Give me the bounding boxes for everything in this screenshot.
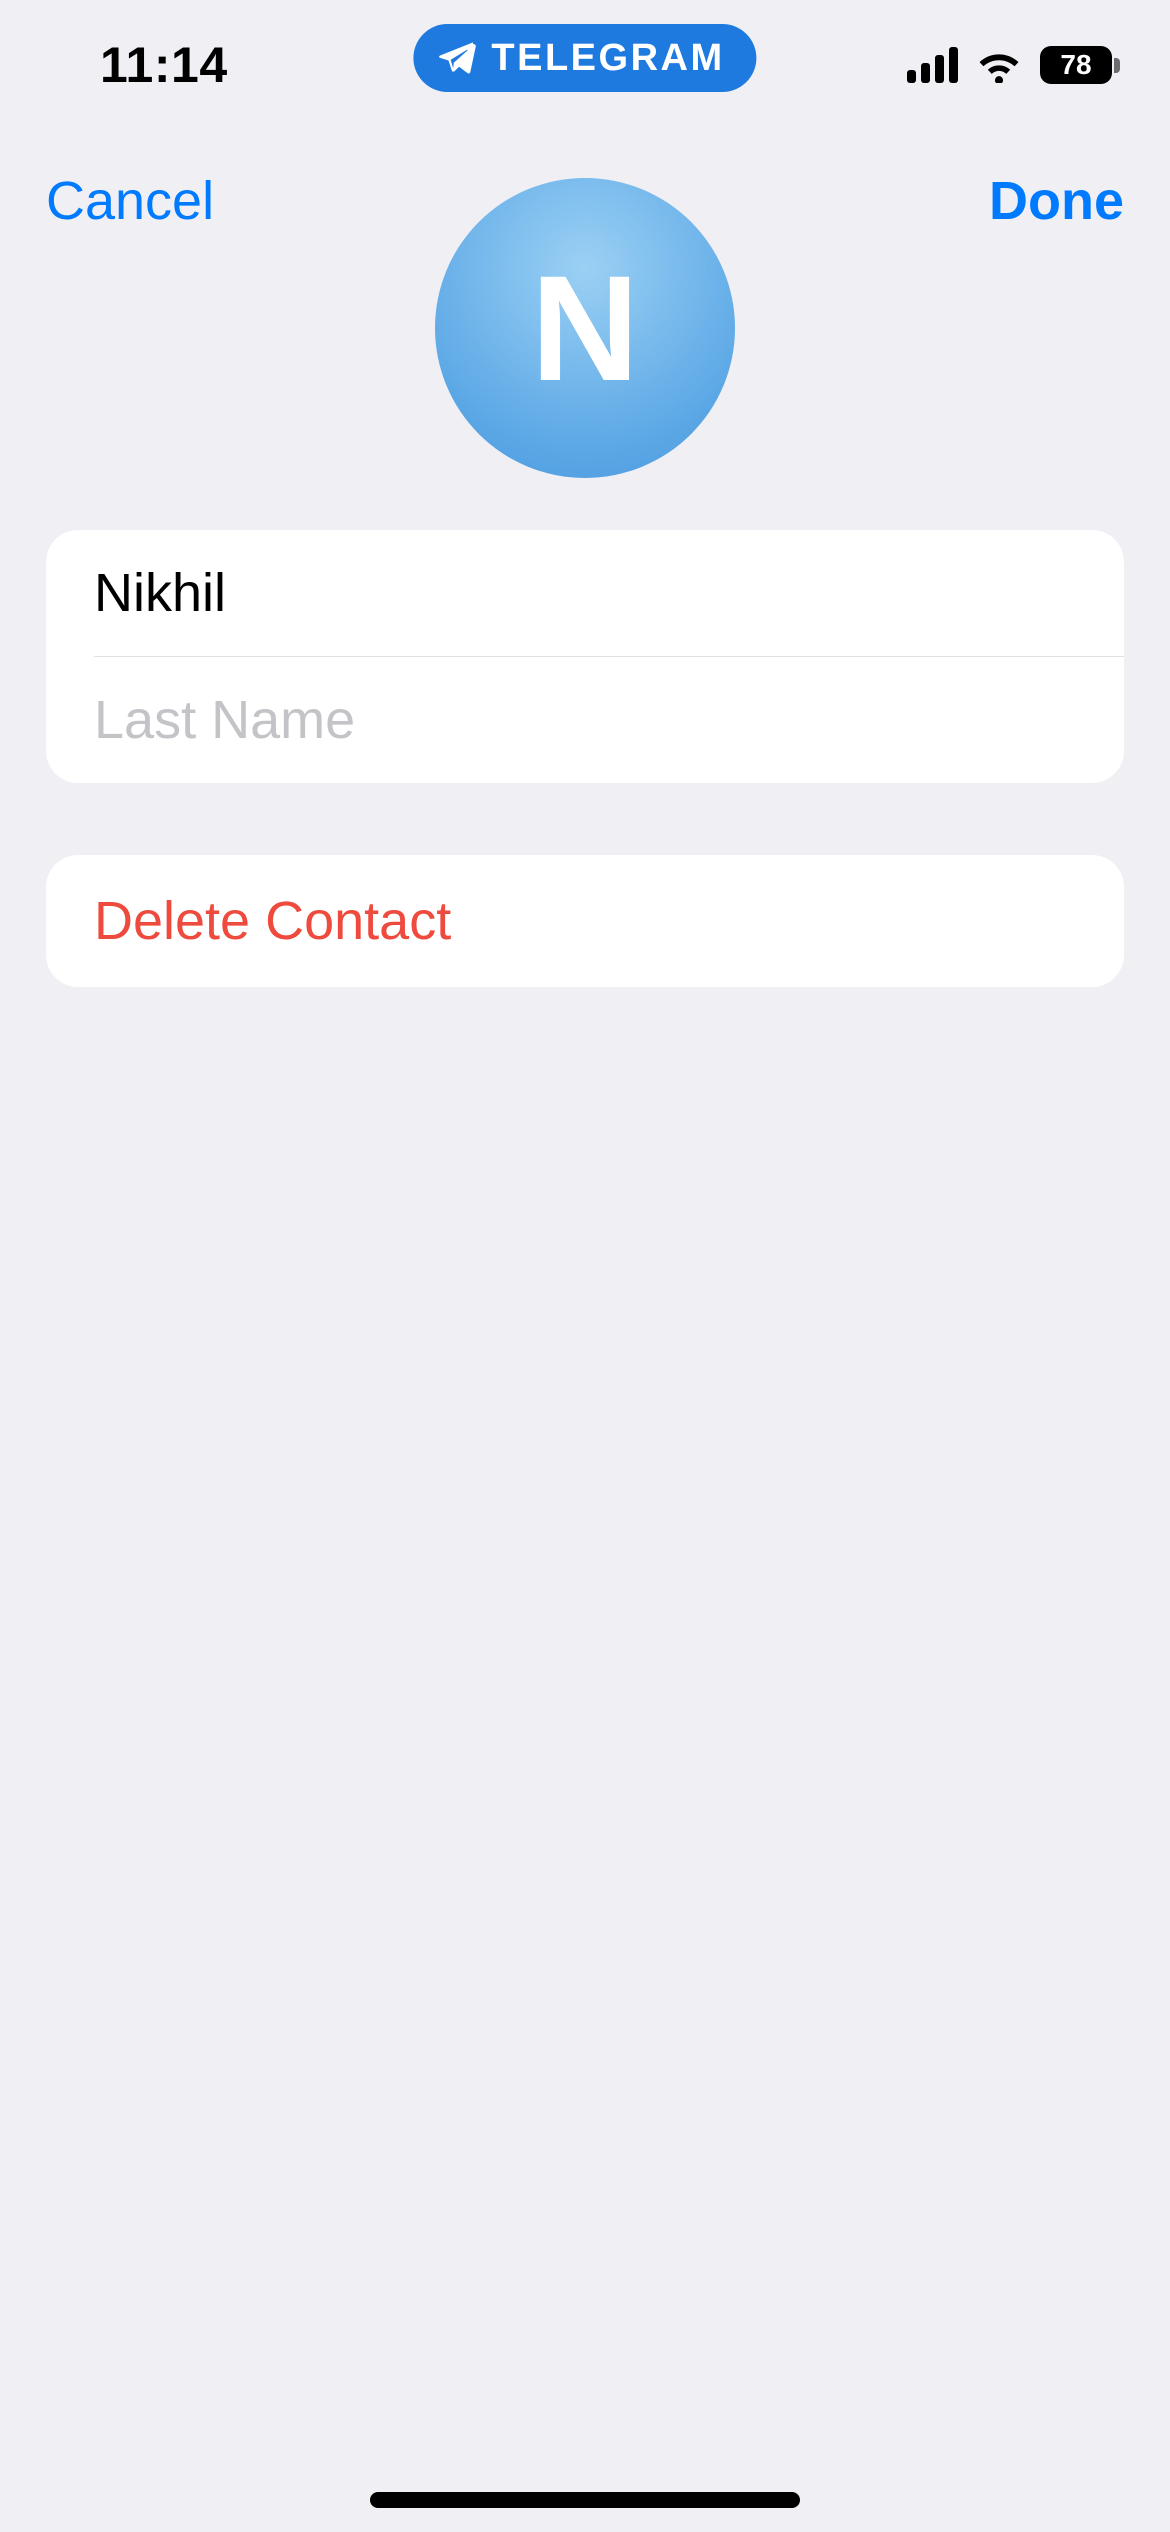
return-to-app-label: TELEGRAM [491,37,724,80]
first-name-field[interactable] [94,562,1076,624]
content: Delete Contact [46,530,1124,987]
delete-card: Delete Contact [46,855,1124,987]
battery-level: 78 [1060,49,1091,81]
first-name-row [46,530,1124,656]
avatar-initial: N [531,242,639,415]
name-card [46,530,1124,783]
status-time: 11:14 [100,36,228,94]
cellular-icon [907,47,958,83]
done-button[interactable]: Done [989,170,1124,232]
delete-contact-button[interactable]: Delete Contact [94,890,1076,952]
telegram-icon [435,37,477,79]
avatar[interactable]: N [435,178,735,478]
home-indicator[interactable] [370,2492,800,2508]
status-bar: 11:14 TELEGRAM 78 [0,0,1170,130]
battery-icon: 78 [1040,46,1120,84]
return-to-app-pill[interactable]: TELEGRAM [413,24,756,92]
last-name-field[interactable] [94,689,1076,751]
avatar-container: N [435,178,735,478]
last-name-row [46,657,1124,783]
cancel-button[interactable]: Cancel [46,170,214,232]
wifi-icon [976,47,1022,83]
status-right: 78 [907,46,1120,84]
